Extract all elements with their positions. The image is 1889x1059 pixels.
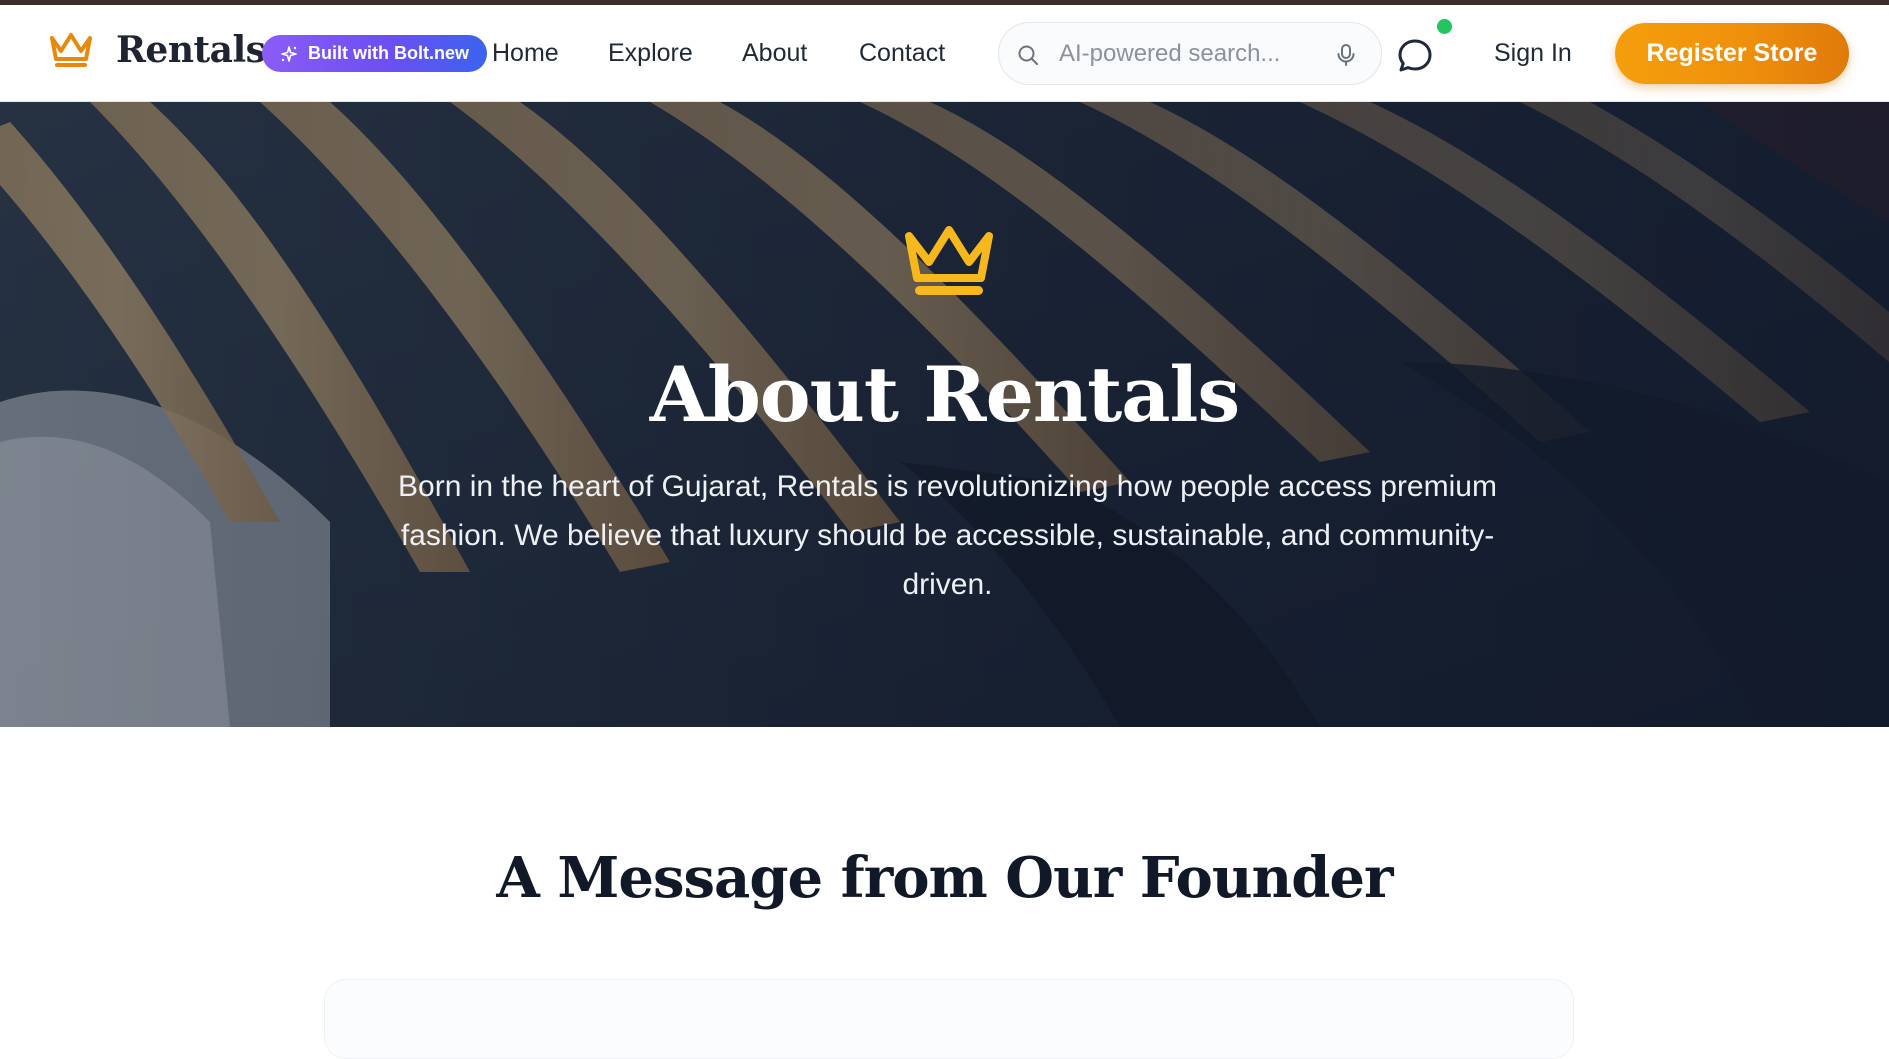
search-input[interactable]: [1059, 37, 1309, 71]
brand-name: Rentals: [116, 29, 266, 71]
search-bar: [998, 22, 1382, 85]
search-icon: [1018, 45, 1038, 65]
badge-label: Built with Bolt.new: [308, 43, 469, 63]
hero-banner: About Rentals Born in the heart of Gujar…: [0, 102, 1889, 727]
navbar: Rentals Built with Bolt.new Home Explore…: [0, 5, 1889, 102]
hero-title: About Rentals: [649, 350, 1240, 439]
nav-link-home[interactable]: Home: [492, 39, 559, 68]
hero-description: Born in the heart of Gujarat, Rentals is…: [398, 470, 1497, 601]
chat-bubble-icon[interactable]: [1396, 37, 1434, 75]
founder-section-title: A Message from Our Founder: [496, 845, 1393, 911]
nav-link-contact[interactable]: Contact: [859, 39, 945, 68]
brand-logo[interactable]: Rentals: [48, 29, 266, 71]
crown-icon: [50, 33, 92, 67]
online-status-dot: [1435, 17, 1454, 36]
crown-icon: [905, 226, 993, 295]
nav-link-explore[interactable]: Explore: [608, 39, 693, 68]
founder-message-card: [324, 979, 1574, 1059]
register-store-button[interactable]: Register Store: [1615, 23, 1849, 84]
microphone-icon[interactable]: [1335, 43, 1357, 67]
built-with-bolt-badge[interactable]: Built with Bolt.new: [262, 35, 487, 72]
nav-link-about[interactable]: About: [742, 39, 807, 68]
sign-in-link[interactable]: Sign In: [1494, 39, 1572, 68]
sparkles-icon: [281, 45, 297, 62]
